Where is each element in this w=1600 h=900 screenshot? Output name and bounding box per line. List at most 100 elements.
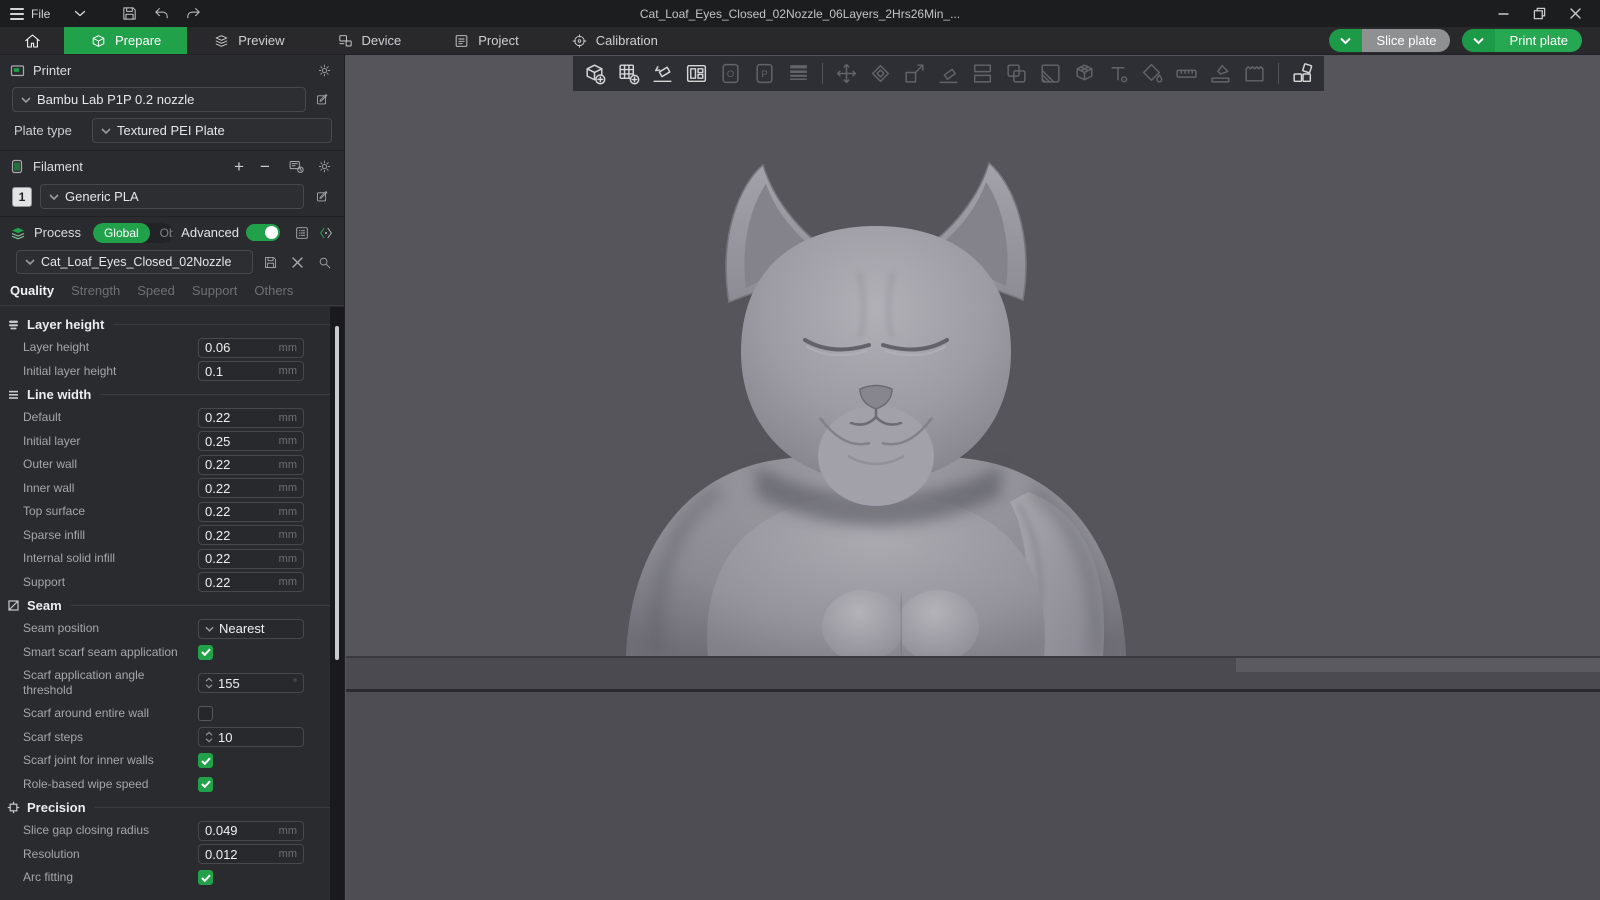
search-settings-icon[interactable] [314,252,334,272]
scarf-application-angle-threshold-spinner[interactable]: 155 ° [198,673,304,693]
minimize-button[interactable] [1492,3,1514,25]
tab-preview[interactable]: Preview [187,27,310,54]
assembly-icon[interactable] [1289,60,1316,87]
file-menu-chevron-icon[interactable] [74,10,86,17]
edit-filament-icon[interactable] [312,187,332,207]
printer-preset-select[interactable]: Bambu Lab P1P 0.2 nozzle [12,87,306,112]
print-plate-button[interactable]: Print plate [1462,29,1582,52]
top-surface-input[interactable]: 0.22 mm [198,501,304,522]
scale-icon [901,60,928,87]
slice-plate-button[interactable]: Slice plate [1329,29,1451,52]
measure-icon [1173,60,1200,87]
view-all-settings-icon[interactable] [294,223,310,243]
internal-solid-infill-input[interactable]: 0.22 mm [198,548,304,569]
layer-height-input[interactable]: 0.06 mm [198,337,304,358]
plate-type-select[interactable]: Textured PEI Plate [92,118,332,143]
fuzzy-skin-icon [1241,60,1268,87]
remove-filament-button[interactable]: − [256,157,274,176]
process-tab-support[interactable]: Support [192,283,238,298]
restore-button[interactable] [1528,3,1550,25]
home-button[interactable] [0,27,64,54]
viewport-toolbar: OP [573,56,1324,91]
model-cat-loaf[interactable] [616,160,1136,656]
setting-label: Resolution [23,846,80,861]
add-plate-icon[interactable] [615,60,642,87]
default-input[interactable]: 0.22 mm [198,407,304,428]
add-model-icon[interactable] [581,60,608,87]
scope-objects-button[interactable]: Objects [150,226,174,240]
setting-row-top-surface: Top surface 0.22 mm [0,500,330,524]
print-options-chevron-icon[interactable] [1462,29,1496,52]
setting-label: Initial layer [23,433,81,448]
3d-viewport[interactable]: OP Processing model 'cat loaf eyes close… [346,55,1600,900]
outer-wall-input[interactable]: 0.22 mm [198,454,304,475]
initial-layer-height-input[interactable]: 0.1 mm [198,361,304,382]
scarf-steps-spinner[interactable]: 10 [198,727,304,748]
setting-label: Internal solid infill [23,551,116,566]
process-icon [10,226,26,240]
initial-layer-input[interactable]: 0.25 mm [198,431,304,452]
setting-row-role-based-wipe-speed: Role-based wipe speed [0,773,330,797]
setting-row-layer-height: Layer height 0.06 mm [0,336,330,360]
setting-label: Scarf joint for inner walls [23,753,154,768]
color-paint-icon [1139,60,1166,87]
seam-position-select[interactable]: Nearest [198,618,304,639]
undo-icon[interactable] [150,3,172,25]
setting-row-smart-scarf-seam-application: Smart scarf seam application [0,641,330,665]
filament-preset-select[interactable]: Generic PLA [40,184,304,209]
sidebar: Printer Bambu Lab P1P 0.2 nozzle Plate t… [0,55,345,900]
printer-settings-gear-icon[interactable] [314,61,334,81]
setting-row-initial-layer-height: Initial layer height 0.1 mm [0,360,330,384]
save-icon[interactable] [118,3,140,25]
setting-row-outer-wall: Outer wall 0.22 mm [0,453,330,477]
process-tab-others[interactable]: Others [254,283,293,298]
scarf-joint-for-inner-walls-checkbox[interactable] [198,753,213,769]
cut-icon [969,60,996,87]
process-tab-strength[interactable]: Strength [71,283,120,298]
tab-device[interactable]: Device [311,27,428,54]
arc-fitting-checkbox[interactable] [198,870,213,886]
inner-wall-input[interactable]: 0.22 mm [198,478,304,499]
advanced-label: Advanced [181,225,239,240]
redo-icon[interactable] [182,3,204,25]
edit-printer-icon[interactable] [312,90,332,110]
role-based-wipe-speed-checkbox[interactable] [198,776,213,792]
process-tabs: Quality Strength Speed Support Others [0,274,344,306]
variable-layer-height-icon [785,60,812,87]
save-preset-icon[interactable] [260,252,280,272]
sparse-infill-input[interactable]: 0.22 mm [198,525,304,546]
delete-preset-icon[interactable] [287,252,307,272]
file-menu[interactable]: File [10,7,50,21]
process-tab-speed[interactable]: Speed [137,283,175,298]
add-filament-button[interactable]: + [230,157,248,176]
support-input[interactable]: 0.22 mm [198,572,304,593]
resolution-input[interactable]: 0.012 mm [198,844,304,865]
arrange-icon[interactable] [683,60,710,87]
filament-slot-badge[interactable]: 1 [12,186,32,207]
tab-project[interactable]: Project [427,27,544,54]
setting-label: Inner wall [23,480,75,495]
auto-orient-icon[interactable] [649,60,676,87]
device-icon [337,33,354,49]
scope-global-button[interactable]: Global [92,222,150,243]
filament-section-label: Filament [33,159,83,174]
precision-icon [7,801,20,814]
tab-calibration[interactable]: Calibration [545,27,684,54]
scrollbar-thumb[interactable] [335,326,339,660]
compare-presets-icon[interactable] [318,223,334,243]
filament-sync-icon[interactable] [286,157,306,177]
filament-icon [10,159,25,174]
process-preset-select[interactable]: Cat_Loaf_Eyes_Closed_02Nozzle [16,250,253,274]
tab-prepare[interactable]: Prepare [64,27,188,54]
svg-text:P: P [761,69,767,79]
setting-label: Slice gap closing radius [23,823,150,838]
smart-scarf-seam-application-checkbox[interactable] [198,644,213,660]
close-button[interactable] [1564,3,1586,25]
scarf-around-entire-wall-checkbox[interactable] [198,706,213,722]
process-tab-quality[interactable]: Quality [10,283,54,298]
advanced-toggle[interactable] [246,224,280,241]
slice-gap-closing-radius-input[interactable]: 0.049 mm [198,820,304,841]
filament-settings-gear-icon[interactable] [314,157,334,177]
slice-options-chevron-icon[interactable] [1329,29,1363,52]
settings-scrollbar[interactable] [330,307,344,900]
